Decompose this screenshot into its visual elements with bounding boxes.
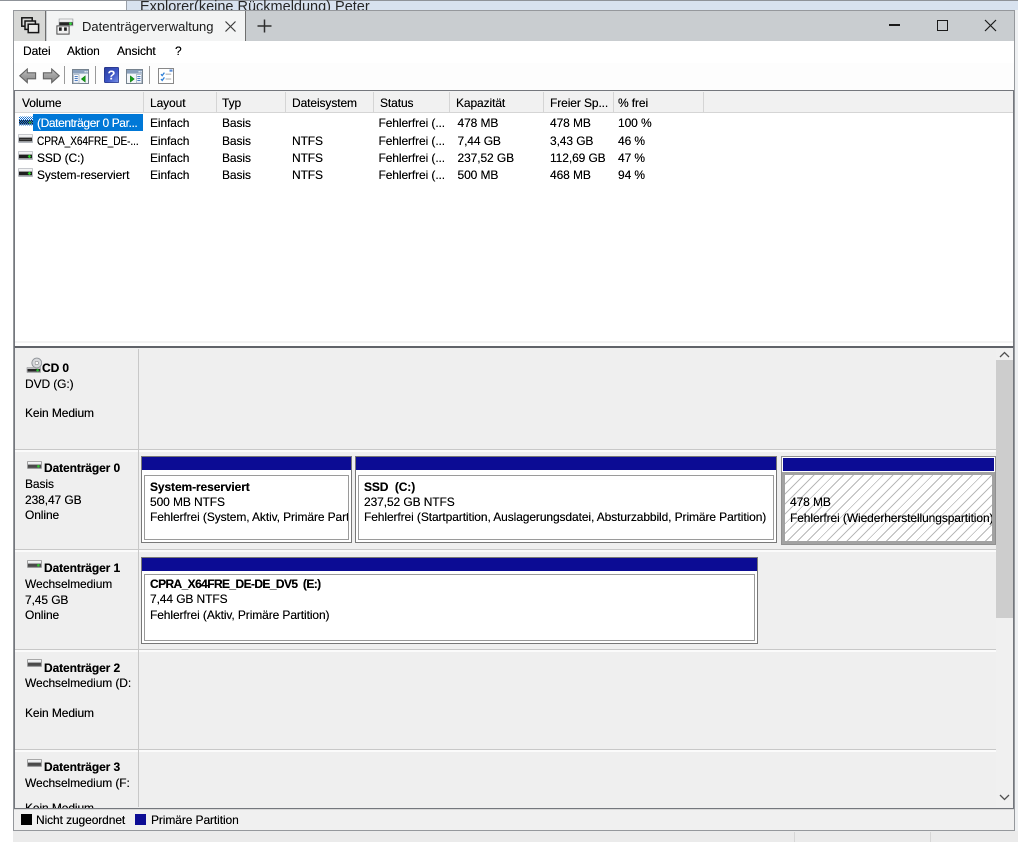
svg-text:?: ?	[108, 68, 116, 83]
